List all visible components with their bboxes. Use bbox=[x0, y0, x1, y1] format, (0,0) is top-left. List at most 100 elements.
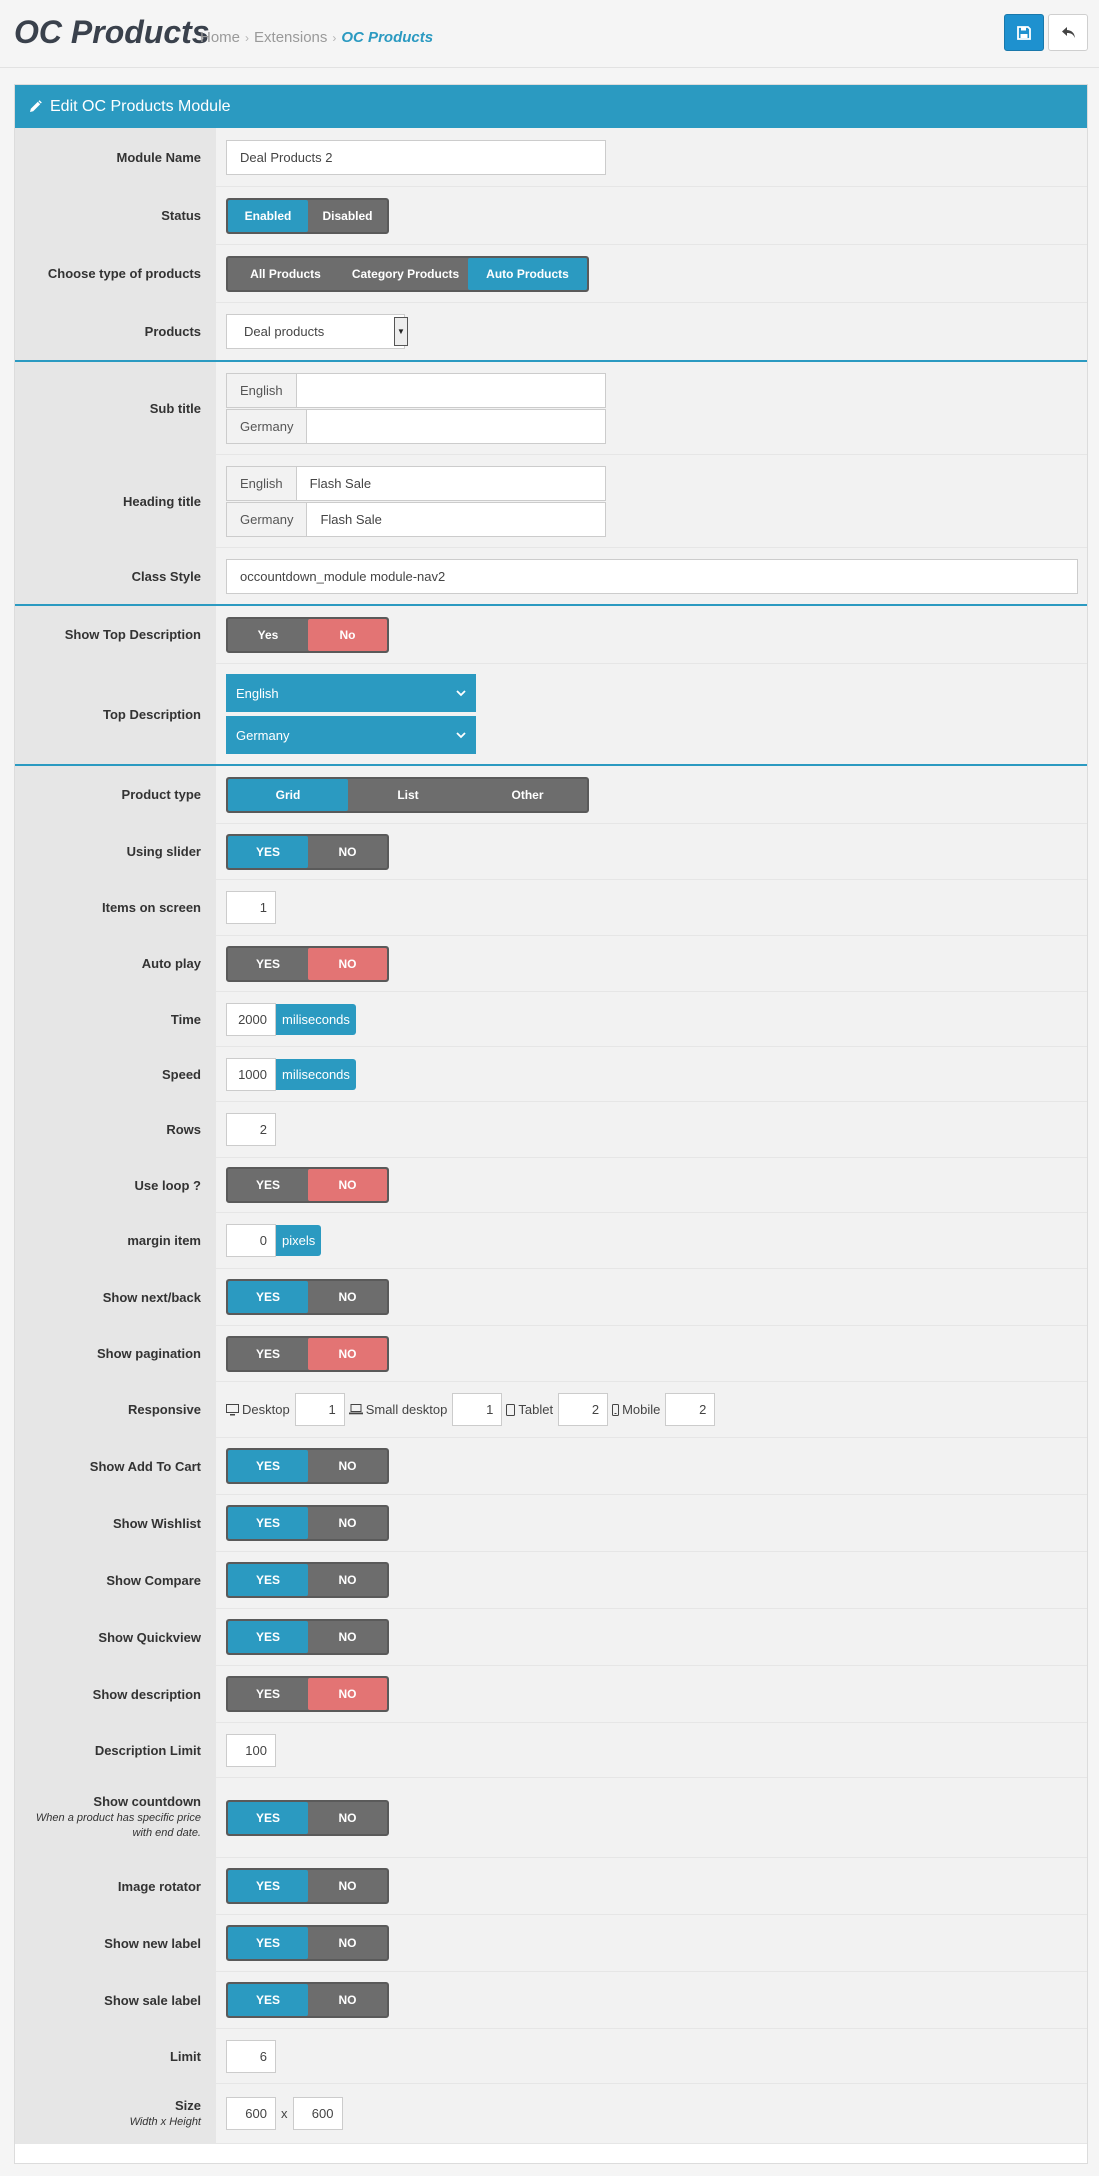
top-description-germany-accordion[interactable]: Germany bbox=[226, 716, 476, 754]
breadcrumb-current[interactable]: OC Products bbox=[341, 29, 433, 46]
option-yes[interactable]: YES bbox=[228, 1678, 308, 1710]
auto-products-option[interactable]: Auto Products bbox=[468, 257, 587, 290]
status-enabled-option[interactable]: Enabled bbox=[228, 199, 308, 232]
size-height-input[interactable]: 600 bbox=[292, 2097, 343, 2130]
option-no[interactable]: NO bbox=[308, 1450, 387, 1482]
label-status: Status bbox=[15, 187, 216, 244]
show-sale-label-toggle[interactable]: YES NO bbox=[226, 1982, 389, 2018]
use-loop-toggle[interactable]: YES NO bbox=[226, 1167, 389, 1203]
image-rotator-toggle[interactable]: YES NO bbox=[226, 1868, 389, 1904]
option-no[interactable]: NO bbox=[308, 1621, 387, 1653]
show-countdown-toggle[interactable]: YES NO bbox=[226, 1799, 389, 1836]
save-button[interactable] bbox=[1004, 14, 1044, 51]
option-yes[interactable]: YES bbox=[228, 1169, 308, 1201]
show-top-description-toggle[interactable]: Yes No bbox=[226, 616, 389, 653]
top-description-english-accordion[interactable]: English bbox=[226, 674, 476, 712]
chevron-down-icon[interactable]: ▼ bbox=[394, 317, 408, 346]
status-toggle[interactable]: Enabled Disabled bbox=[226, 197, 389, 234]
sub-title-english-field[interactable]: English bbox=[226, 372, 606, 408]
using-slider-toggle[interactable]: YES NO bbox=[226, 833, 389, 870]
row-show-next-back: Show next/back YES NO bbox=[15, 1269, 1087, 1326]
list-option[interactable]: List bbox=[348, 779, 468, 811]
option-yes[interactable]: YES bbox=[228, 1870, 308, 1902]
mobile-icon bbox=[612, 1403, 620, 1416]
show-description-toggle[interactable]: YES NO bbox=[226, 1676, 389, 1712]
option-no[interactable]: No bbox=[308, 618, 387, 651]
option-no[interactable]: NO bbox=[308, 947, 387, 980]
breadcrumb-extensions[interactable]: Extensions bbox=[254, 29, 327, 46]
option-yes[interactable]: YES bbox=[228, 1564, 308, 1596]
mobile-items-input[interactable]: 2 bbox=[665, 1393, 716, 1426]
grid-option[interactable]: Grid bbox=[228, 778, 348, 811]
option-yes[interactable]: YES bbox=[228, 1338, 308, 1370]
time-input[interactable]: 2000 bbox=[226, 1002, 276, 1036]
heading-title-germany-field[interactable]: Germany Flash Sale bbox=[226, 501, 606, 537]
margin-item-input[interactable]: 0 bbox=[226, 1224, 276, 1257]
items-on-screen-input[interactable]: 1 bbox=[226, 891, 276, 924]
option-no[interactable]: NO bbox=[308, 1507, 387, 1539]
option-no[interactable]: NO bbox=[308, 1564, 387, 1596]
label-description-limit: Description Limit bbox=[15, 1723, 216, 1777]
show-pagination-toggle[interactable]: YES NO bbox=[226, 1335, 389, 1372]
heading-title-english-input[interactable]: Flash Sale bbox=[297, 467, 605, 500]
option-yes[interactable]: YES bbox=[228, 1801, 308, 1834]
all-products-option[interactable]: All Products bbox=[228, 258, 343, 290]
show-compare-toggle[interactable]: YES NO bbox=[226, 1562, 389, 1598]
row-show-new-label: Show new label YES NO bbox=[15, 1915, 1087, 1972]
breadcrumb-home[interactable]: Home bbox=[200, 29, 240, 46]
option-no[interactable]: NO bbox=[308, 836, 387, 868]
show-wishlist-toggle[interactable]: YES NO bbox=[226, 1505, 389, 1541]
option-no[interactable]: NO bbox=[308, 1281, 387, 1313]
option-yes[interactable]: YES bbox=[228, 1927, 308, 1959]
desktop-items-input[interactable]: 1 bbox=[294, 1393, 345, 1426]
label-show-top-description: Show Top Description bbox=[15, 606, 216, 663]
description-limit-input[interactable]: 100 bbox=[226, 1733, 276, 1767]
small-desktop-items-input[interactable]: 1 bbox=[452, 1393, 503, 1426]
label-top-description: Top Description bbox=[15, 664, 216, 764]
category-products-option[interactable]: Category Products bbox=[343, 258, 468, 290]
limit-input[interactable]: 6 bbox=[226, 2039, 276, 2073]
show-new-label-toggle[interactable]: YES NO bbox=[226, 1925, 389, 1961]
option-yes[interactable]: YES bbox=[228, 1621, 308, 1653]
back-button[interactable] bbox=[1048, 14, 1088, 51]
show-next-back-toggle[interactable]: YES NO bbox=[226, 1279, 389, 1315]
show-quickview-toggle[interactable]: YES NO bbox=[226, 1619, 389, 1655]
option-yes[interactable]: YES bbox=[228, 835, 308, 868]
tablet-items-input[interactable]: 2 bbox=[558, 1393, 609, 1426]
option-no[interactable]: NO bbox=[308, 1802, 387, 1834]
auto-play-toggle[interactable]: YES NO bbox=[226, 945, 389, 982]
row-margin-item: margin item 0 pixels bbox=[15, 1213, 1087, 1269]
option-yes[interactable]: YES bbox=[228, 1450, 308, 1482]
option-no[interactable]: NO bbox=[308, 1169, 387, 1201]
product-source-toggle[interactable]: All Products Category Products Auto Prod… bbox=[226, 255, 589, 292]
show-add-to-cart-toggle[interactable]: YES NO bbox=[226, 1448, 389, 1484]
option-no[interactable]: NO bbox=[308, 1984, 387, 2016]
products-select[interactable]: Deal products ▼ bbox=[226, 314, 408, 349]
row-show-add-to-cart: Show Add To Cart YES NO bbox=[15, 1438, 1087, 1495]
label-margin-item: margin item bbox=[15, 1213, 216, 1268]
lang-addon-germany: Germany bbox=[227, 502, 308, 536]
module-name-input[interactable]: Deal Products 2 bbox=[226, 139, 606, 175]
option-no[interactable]: NO bbox=[308, 1927, 387, 1959]
option-yes[interactable]: YES bbox=[228, 948, 308, 980]
option-no[interactable]: NO bbox=[308, 1870, 387, 1902]
heading-title-germany-input[interactable]: Flash Sale bbox=[307, 503, 605, 536]
option-yes[interactable]: YES bbox=[228, 1507, 308, 1539]
option-no[interactable]: NO bbox=[308, 1678, 387, 1710]
label-responsive: Responsive bbox=[15, 1382, 216, 1437]
option-no[interactable]: NO bbox=[308, 1337, 387, 1370]
heading-title-english-field[interactable]: English Flash Sale bbox=[226, 465, 606, 501]
product-type-toggle[interactable]: Grid List Other bbox=[226, 776, 589, 813]
option-yes[interactable]: Yes bbox=[228, 619, 308, 651]
sub-title-germany-field[interactable]: Germany bbox=[226, 408, 606, 444]
speed-input[interactable]: 1000 bbox=[226, 1057, 276, 1091]
size-width-input[interactable]: 600 bbox=[226, 2097, 276, 2130]
other-option[interactable]: Other bbox=[468, 779, 587, 811]
sub-title-english-input[interactable] bbox=[297, 374, 605, 407]
class-style-input[interactable]: occountdown_module module-nav2 bbox=[226, 558, 1078, 594]
rows-input[interactable]: 2 bbox=[226, 1113, 276, 1146]
option-yes[interactable]: YES bbox=[228, 1984, 308, 2016]
status-disabled-option[interactable]: Disabled bbox=[308, 200, 387, 232]
option-yes[interactable]: YES bbox=[228, 1281, 308, 1313]
sub-title-germany-input[interactable] bbox=[307, 410, 605, 443]
